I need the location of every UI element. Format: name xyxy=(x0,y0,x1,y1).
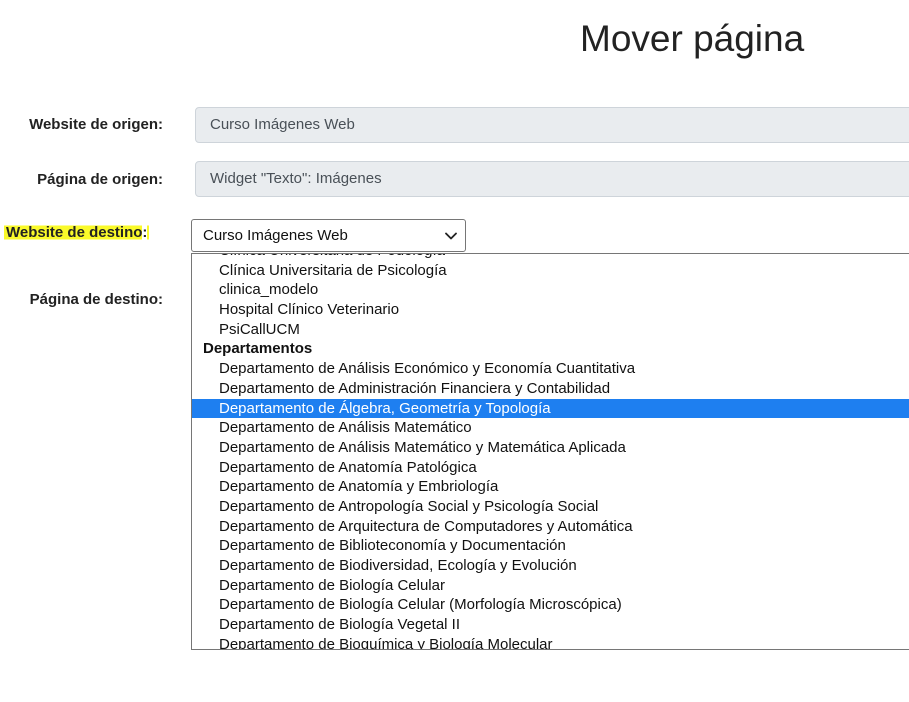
dest-site-label-text: Website de destino xyxy=(6,224,143,241)
dropdown-option[interactable]: Departamento de Biología Celular (Morfol… xyxy=(192,595,909,615)
dest-site-label-colon: : xyxy=(142,224,148,241)
dropdown-option[interactable]: clinica_modelo xyxy=(192,280,909,300)
page-title: Mover página xyxy=(580,18,805,59)
dropdown-option[interactable]: Departamento de Análisis Matemático y Ma… xyxy=(192,438,909,458)
dropdown-option[interactable]: Departamento de Análisis Económico y Eco… xyxy=(192,359,909,379)
dest-site-label: Website de destino: xyxy=(4,224,150,241)
dropdown-option[interactable]: Clínica Universitaria de Psicología xyxy=(192,261,909,281)
dropdown-option[interactable]: Departamento de Antropología Social y Ps… xyxy=(192,497,909,517)
origin-page-field: Widget "Texto": Imágenes xyxy=(195,161,909,197)
dest-site-select-value: Curso Imágenes Web xyxy=(203,227,348,244)
origin-site-label: Website de origen: xyxy=(29,116,163,133)
dropdown-options: Clínica Universitaria de PodologíaClínic… xyxy=(192,254,909,649)
dropdown-option[interactable]: Departamento de Biodiversidad, Ecología … xyxy=(192,556,909,576)
dropdown-option[interactable]: PsiCallUCM xyxy=(192,320,909,340)
dropdown-option[interactable]: Departamento de Anatomía y Embriología xyxy=(192,477,909,497)
dropdown-option[interactable]: Departamento de Arquitectura de Computad… xyxy=(192,517,909,537)
dest-site-dropdown-list[interactable]: Clínica Universitaria de PodologíaClínic… xyxy=(191,253,909,650)
dropdown-option[interactable]: Departamento de Análisis Matemático xyxy=(192,418,909,438)
dropdown-option[interactable]: Hospital Clínico Veterinario xyxy=(192,300,909,320)
dest-site-select[interactable]: Curso Imágenes Web xyxy=(191,219,466,252)
origin-page-label: Página de origen: xyxy=(37,171,163,188)
dropdown-option[interactable]: Departamento de Biología Vegetal II xyxy=(192,615,909,635)
dropdown-option[interactable]: Departamento de Biblioteconomía y Docume… xyxy=(192,536,909,556)
dropdown-option[interactable]: Departamento de Bioquímica y Biología Mo… xyxy=(192,635,909,649)
dropdown-option-selected[interactable]: Departamento de Álgebra, Geometría y Top… xyxy=(192,398,909,419)
dest-page-label: Página de destino: xyxy=(29,291,163,308)
dropdown-option[interactable]: Departamento de Administración Financier… xyxy=(192,379,909,399)
chevron-down-icon xyxy=(445,220,457,251)
dropdown-option[interactable]: Departamento de Anatomía Patológica xyxy=(192,458,909,478)
move-page-form: Mover página Website de origen: Curso Im… xyxy=(0,0,909,702)
dropdown-optgroup-label: Departamentos xyxy=(203,340,313,358)
origin-site-field: Curso Imágenes Web xyxy=(195,107,909,143)
dropdown-option[interactable]: Departamento de Biología Celular xyxy=(192,576,909,596)
dropdown-option[interactable]: Clínica Universitaria de Podología xyxy=(192,254,909,261)
